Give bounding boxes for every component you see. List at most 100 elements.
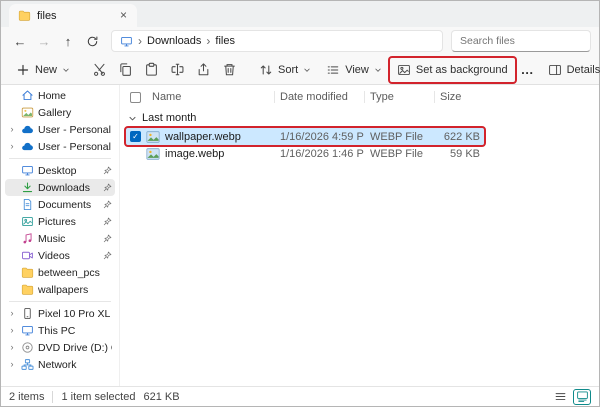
copy-button[interactable] [113, 58, 138, 82]
breadcrumb-separator: › [206, 34, 210, 48]
sidebar-item-pixel-phone[interactable]: › Pixel 10 Pro XL [5, 305, 115, 322]
chevron-down-icon [374, 66, 382, 74]
pc-icon [120, 35, 133, 48]
image-thumbnail-icon [146, 131, 160, 143]
sidebar-divider [9, 158, 111, 159]
more-button[interactable]: … [516, 58, 540, 82]
breadcrumb[interactable]: › Downloads › files [111, 30, 443, 52]
delete-button[interactable] [217, 58, 242, 82]
downloads-icon [20, 181, 34, 194]
view-toggles [551, 389, 591, 405]
tab-close-button[interactable]: × [116, 8, 131, 23]
pin-icon [103, 183, 112, 192]
plus-icon [16, 63, 30, 77]
desktop-icon [20, 164, 34, 177]
chevron-right-icon[interactable]: › [8, 356, 16, 373]
sort-button[interactable]: Sort [252, 58, 318, 82]
selection-size: 621 KB [143, 391, 179, 403]
file-rows: ✓ wallpaper.webp 1/16/2026 4:59 PM WEBP … [126, 128, 484, 162]
sidebar-item-music[interactable]: Music [5, 230, 115, 247]
list-view-button[interactable] [551, 389, 569, 405]
search-box[interactable] [451, 30, 591, 52]
group-label: Last month [142, 112, 196, 124]
column-header-type[interactable]: Type [364, 90, 434, 104]
image-thumbnail-icon [146, 148, 160, 160]
address-bar: ← → ↑ › Downloads › files [1, 27, 599, 55]
folder-icon [18, 9, 31, 22]
chevron-right-icon[interactable]: › [8, 305, 16, 322]
pin-icon [103, 166, 112, 175]
sidebar-item-wallpapers[interactable]: wallpapers [5, 281, 115, 298]
refresh-button[interactable] [81, 30, 103, 52]
tab-title: files [37, 10, 110, 22]
sidebar-item-home[interactable]: Home [5, 87, 115, 104]
column-header-name[interactable]: Name [146, 90, 274, 104]
pin-icon [103, 217, 112, 226]
onedrive-icon [20, 140, 34, 153]
share-button[interactable] [191, 58, 216, 82]
column-headers: Name Date modified Type Size [126, 87, 599, 107]
view-icon [326, 63, 340, 77]
chevron-right-icon[interactable]: › [8, 339, 16, 356]
up-button[interactable]: ↑ [57, 30, 79, 52]
breadcrumb-separator: › [138, 34, 142, 48]
file-type: WEBP File [364, 148, 434, 160]
breadcrumb-item-files[interactable]: files [215, 35, 235, 47]
pin-icon [103, 200, 112, 209]
chevron-right-icon[interactable]: › [8, 138, 16, 155]
image-icon [397, 63, 411, 77]
column-header-date-modified[interactable]: Date modified [274, 90, 364, 104]
rename-button[interactable] [165, 58, 190, 82]
file-size: 622 KB [434, 131, 484, 143]
videos-icon [20, 249, 34, 262]
sidebar-item-gallery[interactable]: Gallery [5, 104, 115, 121]
onedrive-icon [20, 123, 34, 136]
navigation-pane: Home Gallery › User - Personal › User - … [1, 85, 119, 386]
column-header-size[interactable]: Size [434, 90, 484, 104]
chevron-right-icon[interactable]: › [8, 322, 16, 339]
chevron-right-icon[interactable]: › [8, 121, 16, 138]
group-header[interactable]: Last month [128, 109, 599, 127]
toolbar: New Sort View [1, 55, 599, 85]
details-button[interactable]: Details [541, 58, 600, 82]
row-checkbox-checked[interactable]: ✓ [130, 131, 141, 142]
file-size: 59 KB [434, 148, 484, 160]
sidebar-item-onedrive-2[interactable]: › User - Personal [5, 138, 115, 155]
sidebar-item-this-pc[interactable]: › This PC [5, 322, 115, 339]
set-as-background-button[interactable]: Set as background [390, 58, 515, 82]
back-button[interactable]: ← [9, 30, 31, 52]
sidebar-item-between-pcs[interactable]: between_pcs [5, 264, 115, 281]
forward-button[interactable]: → [33, 30, 55, 52]
dvd-icon [20, 341, 34, 354]
sidebar-item-documents[interactable]: Documents [5, 196, 115, 213]
view-button[interactable]: View [319, 58, 389, 82]
chevron-down-icon [128, 114, 137, 123]
paste-button[interactable] [139, 58, 164, 82]
select-all-checkbox[interactable] [130, 92, 141, 103]
details-pane-icon [548, 63, 562, 77]
breadcrumb-item-downloads[interactable]: Downloads [147, 35, 201, 47]
sidebar-item-onedrive-1[interactable]: › User - Personal [5, 121, 115, 138]
sidebar-item-pictures[interactable]: Pictures [5, 213, 115, 230]
sidebar-item-network[interactable]: › Network [5, 356, 115, 373]
file-row-wallpaper[interactable]: ✓ wallpaper.webp 1/16/2026 4:59 PM WEBP … [126, 128, 484, 145]
items-count: 2 items [9, 391, 44, 403]
this-pc-icon [20, 324, 34, 337]
sidebar-item-downloads[interactable]: Downloads [5, 179, 115, 196]
network-icon [20, 358, 34, 371]
file-row-image[interactable]: image.webp 1/16/2026 1:46 PM WEBP File 5… [126, 145, 484, 162]
cut-button[interactable] [87, 58, 112, 82]
sidebar-item-dvd-drive[interactable]: › DVD Drive (D:) CCCOMA_X64FF [5, 339, 115, 356]
main-area: Home Gallery › User - Personal › User - … [1, 85, 599, 386]
explorer-tab[interactable]: files × [9, 4, 137, 27]
new-button[interactable]: New [9, 58, 77, 82]
paste-icon [144, 62, 159, 77]
copy-icon [118, 62, 133, 77]
sidebar-item-desktop[interactable]: Desktop [5, 162, 115, 179]
sidebar-item-videos[interactable]: Videos [5, 247, 115, 264]
share-icon [196, 62, 211, 77]
chevron-down-icon [303, 66, 311, 74]
pictures-icon [20, 215, 34, 228]
thumbnail-view-button[interactable] [573, 389, 591, 405]
search-input[interactable] [460, 35, 582, 47]
